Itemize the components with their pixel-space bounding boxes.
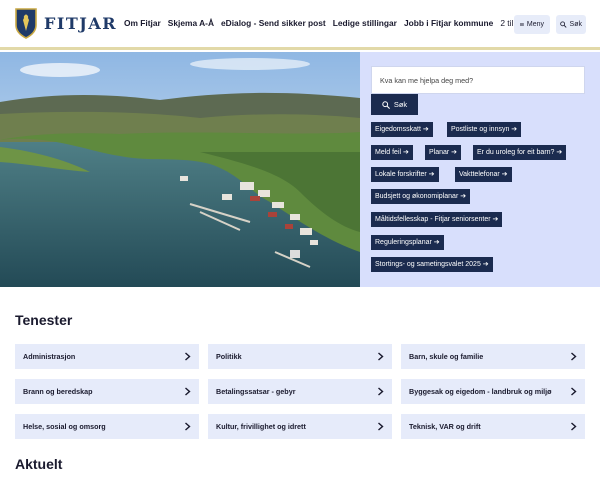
- nav-item-jobb[interactable]: Jobb i Fitjar kommune: [404, 18, 493, 28]
- chevron-right-icon: [378, 352, 384, 361]
- service-label: Byggesak og eigedom - landbruk og miljø: [409, 387, 552, 396]
- service-tile[interactable]: Administrasjon: [15, 344, 199, 369]
- service-label: Politikk: [216, 352, 242, 361]
- service-tile[interactable]: Politikk: [208, 344, 392, 369]
- service-tile[interactable]: Barn, skule og familie: [401, 344, 585, 369]
- chevron-right-icon: [378, 422, 384, 431]
- chevron-right-icon: [185, 422, 191, 431]
- nav-item-ledige-stillingar[interactable]: Ledige stillingar: [333, 18, 397, 28]
- quicklink-eigedomsskatt[interactable]: Eigedomsskatt ➔: [371, 122, 433, 137]
- nav-item-edialog[interactable]: eDialog - Send sikker post: [221, 18, 326, 28]
- quicklink-planar[interactable]: Planar ➔: [425, 145, 462, 160]
- hamburger-icon: [520, 23, 524, 26]
- quicklink-postliste[interactable]: Postliste og innsyn ➔: [447, 122, 522, 137]
- search-input[interactable]: Kva kan me hjelpa deg med?: [371, 66, 585, 94]
- menu-label: Meny: [526, 21, 544, 28]
- logo-text: FITJAR: [44, 13, 118, 33]
- service-tile[interactable]: Helse, sosial og omsorg: [15, 414, 199, 439]
- service-tile[interactable]: Brann og beredskap: [15, 379, 199, 404]
- search-submit-label: Søk: [393, 100, 408, 109]
- section-title-aktuelt: Aktuelt: [15, 456, 63, 472]
- chevron-right-icon: [571, 422, 577, 431]
- site-header: FITJAR Om Fitjar Skjema A-Å eDialog - Se…: [0, 0, 600, 50]
- service-label: Administrasjon: [23, 352, 76, 361]
- nav-item-om-fitjar[interactable]: Om Fitjar: [124, 18, 161, 28]
- hero-photo: [0, 52, 360, 287]
- search-icon: [560, 21, 567, 28]
- service-label: Barn, skule og familie: [409, 352, 484, 361]
- menu-button[interactable]: Meny: [514, 15, 550, 34]
- nav-more-label: 2 til: [500, 18, 514, 28]
- quicklink-budsjett[interactable]: Budsjett og økonomiplanar ➔: [371, 189, 471, 204]
- nav-item-skjema[interactable]: Skjema A-Å: [168, 18, 214, 28]
- service-label: Brann og beredskap: [23, 387, 93, 396]
- header-search-label: Søk: [569, 21, 582, 28]
- service-tile[interactable]: Byggesak og eigedom - landbruk og miljø: [401, 379, 585, 404]
- search-submit-button[interactable]: Søk: [371, 94, 418, 115]
- chevron-right-icon: [185, 387, 191, 396]
- service-label: Betalingssatsar - gebyr: [216, 387, 296, 396]
- chevron-right-icon: [571, 387, 577, 396]
- quicklink-valet-2025[interactable]: Stortings- og sametingsvalet 2025 ➔: [371, 257, 493, 272]
- service-tile[interactable]: Teknisk, VAR og drift: [401, 414, 585, 439]
- section-title-tenester: Tenester: [15, 312, 73, 328]
- coat-of-arms-icon: [15, 8, 37, 39]
- service-label: Kultur, frivillighet og idrett: [216, 422, 306, 431]
- service-tile[interactable]: Kultur, frivillighet og idrett: [208, 414, 392, 439]
- header-search-button[interactable]: Søk: [556, 15, 586, 34]
- search-icon: [382, 100, 390, 109]
- service-label: Helse, sosial og omsorg: [23, 422, 106, 431]
- quicklink-reguleringsplanar[interactable]: Reguleringsplanar ➔: [371, 235, 444, 250]
- chevron-right-icon: [378, 387, 384, 396]
- service-tile[interactable]: Betalingssatsar - gebyr: [208, 379, 392, 404]
- chevron-right-icon: [185, 352, 191, 361]
- quicklink-vakttelefonar[interactable]: Vakttelefonar ➔: [455, 167, 512, 182]
- logo[interactable]: FITJAR: [14, 7, 117, 39]
- quicklink-uroleg-barn[interactable]: Er du uroleg for eit barn? ➔: [473, 145, 567, 160]
- chevron-right-icon: [571, 352, 577, 361]
- service-label: Teknisk, VAR og drift: [409, 422, 481, 431]
- main-nav: Om Fitjar Skjema A-Å eDialog - Send sikk…: [124, 18, 523, 28]
- quicklink-lokale-forskrifter[interactable]: Lokale forskrifter ➔: [371, 167, 439, 182]
- quicklink-meld-feil[interactable]: Meld feil ➔: [371, 145, 413, 160]
- quicklink-maltidsfellesskap[interactable]: Måltidsfellesskap - Fitjar seniorsenter …: [371, 212, 503, 227]
